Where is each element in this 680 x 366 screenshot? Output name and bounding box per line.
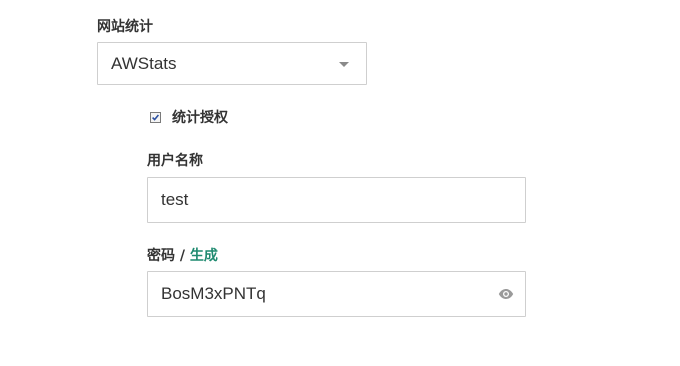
password-input[interactable]: BosM3xPNTq: [147, 271, 526, 317]
stats-select[interactable]: AWStats: [97, 42, 367, 85]
check-icon: [152, 114, 160, 121]
stats-settings-form: 网站统计 AWStats 统计授权 用户名称 test 密码 / 生成 BosM…: [0, 0, 680, 366]
stats-label: 网站统计: [97, 19, 153, 35]
stats-select-value: AWStats: [111, 53, 177, 73]
auth-checkbox-label[interactable]: 统计授权: [172, 109, 228, 127]
password-value: BosM3xPNTq: [161, 284, 266, 303]
label-separator: /: [179, 248, 185, 264]
username-value: test: [161, 190, 189, 209]
auth-checkbox[interactable]: [150, 112, 161, 123]
chevron-down-icon: [339, 61, 349, 67]
password-label-row: 密码 / 生成: [147, 247, 218, 265]
password-label: 密码: [147, 248, 175, 264]
username-label: 用户名称: [147, 153, 203, 169]
username-input[interactable]: test: [147, 177, 526, 223]
generate-password-link[interactable]: 生成: [190, 248, 218, 264]
eye-icon[interactable]: [498, 288, 514, 300]
